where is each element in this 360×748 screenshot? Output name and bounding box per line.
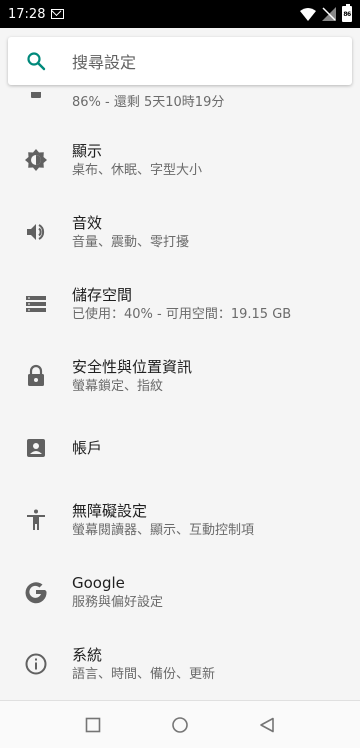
battery-setting-icon (31, 92, 41, 98)
settings-item-accessibility[interactable]: 無障礙設定 螢幕閱讀器、顯示、互動控制項 (0, 488, 360, 552)
google-icon (0, 579, 72, 605)
info-icon (0, 652, 72, 676)
settings-item-title: Google (72, 573, 125, 592)
settings-item-title: 顯示 (72, 141, 103, 160)
search-input[interactable]: 搜尋設定 (8, 37, 352, 85)
settings-item-subtitle: 音量、震動、零打擾 (72, 234, 190, 250)
settings-item-subtitle: 螢幕閱讀器、顯示、互動控制項 (72, 522, 255, 538)
settings-item-subtitle: 已使用：40% - 可用空間：19.15 GB (72, 306, 292, 322)
account-icon (0, 436, 72, 460)
status-left: 17:28 (8, 6, 65, 22)
status-right: 86 (300, 4, 352, 22)
settings-item-subtitle: 語言、時間、備份、更新 (72, 666, 216, 682)
storage-icon (0, 292, 72, 316)
settings-item-battery[interactable]: 86% - 還剩 5天10時19分 (0, 92, 360, 114)
back-button[interactable] (247, 705, 287, 745)
wifi-icon (300, 7, 316, 21)
settings-item-title: 無障礙設定 (72, 501, 148, 520)
recents-icon (86, 717, 101, 732)
home-icon (172, 716, 188, 733)
battery-subtitle: 86% - 還剩 5天10時19分 (72, 95, 225, 110)
search-icon (8, 51, 64, 71)
navigation-bar (0, 700, 360, 748)
recents-button[interactable] (73, 705, 113, 745)
search-bar-container: 搜尋設定 (0, 28, 360, 92)
settings-item-title: 安全性與位置資訊 (72, 357, 193, 376)
home-button[interactable] (160, 705, 200, 745)
settings-item-subtitle: 服務與偏好設定 (72, 594, 164, 610)
settings-item-google[interactable]: Google 服務與偏好設定 (0, 560, 360, 624)
settings-item-title: 帳戶 (72, 439, 103, 457)
settings-item-subtitle: 桌布、休眠、字型大小 (72, 162, 203, 178)
settings-item-title: 儲存空間 (72, 285, 133, 304)
volume-icon (0, 220, 72, 244)
settings-item-system[interactable]: 系統 語言、時間、備份、更新 (0, 632, 360, 696)
battery-icon: 86 (342, 4, 352, 22)
settings-item-title: 系統 (72, 645, 103, 664)
search-placeholder: 搜尋設定 (72, 53, 137, 72)
gmail-notification-icon (51, 9, 65, 19)
settings-item-title: 音效 (72, 213, 103, 232)
settings-item-sound[interactable]: 音效 音量、震動、零打擾 (0, 200, 360, 264)
settings-item-accounts[interactable]: 帳戶 (0, 416, 360, 480)
status-time: 17:28 (8, 6, 46, 22)
settings-item-security[interactable]: 安全性與位置資訊 螢幕鎖定、指紋 (0, 344, 360, 408)
back-icon (259, 717, 274, 732)
settings-item-subtitle: 螢幕鎖定、指紋 (72, 378, 164, 394)
brightness-icon (0, 148, 72, 172)
settings-item-storage[interactable]: 儲存空間 已使用：40% - 可用空間：19.15 GB (0, 272, 360, 336)
accessibility-icon (0, 508, 72, 532)
battery-level: 86 (343, 10, 351, 18)
status-bar: 17:28 86 (0, 0, 360, 28)
settings-item-display[interactable]: 顯示 桌布、休眠、字型大小 (0, 128, 360, 192)
lock-icon (0, 364, 72, 388)
no-signal-icon (322, 7, 336, 21)
